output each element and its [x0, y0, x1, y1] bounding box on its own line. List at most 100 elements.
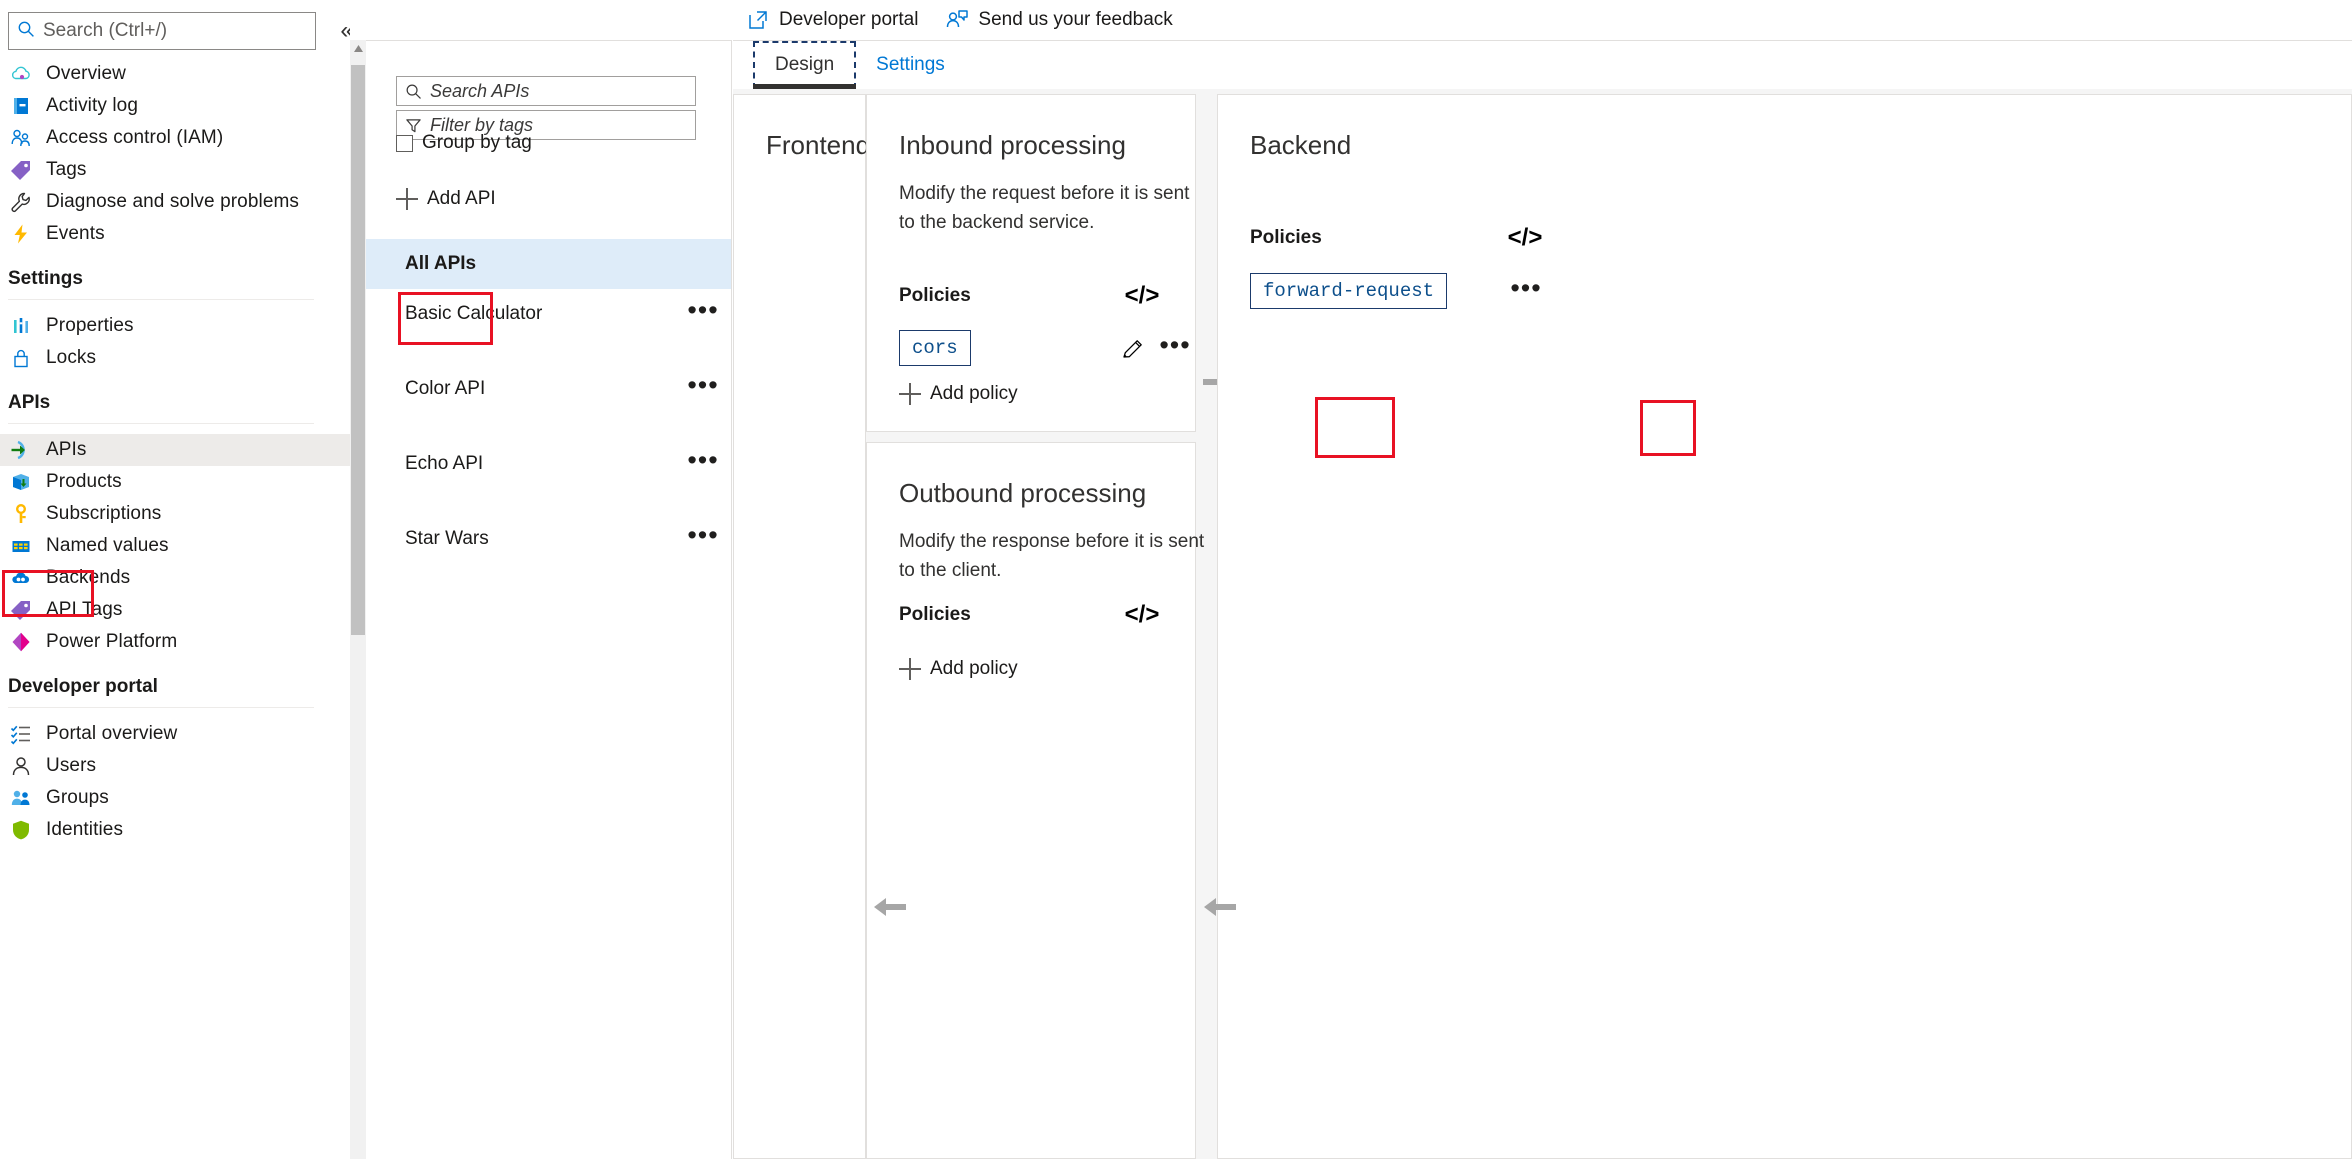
backends-cloud-icon	[8, 567, 34, 589]
scrollbar-thumb[interactable]	[351, 65, 365, 635]
sidebar-item-locks[interactable]: Locks	[0, 342, 350, 374]
api-list-item[interactable]: Echo API •••	[366, 439, 732, 489]
sidebar-item-overview[interactable]: Overview	[0, 58, 350, 90]
backend-policy-menu-button[interactable]: •••	[1508, 275, 1544, 307]
sidebar-item-events[interactable]: Events	[0, 218, 350, 250]
outbound-description: Modify the response before it is sent to…	[899, 531, 1205, 581]
sidebar-item-label: Power Platform	[46, 631, 178, 652]
feedback-person-icon	[946, 9, 969, 31]
outbound-title: Outbound processing	[899, 478, 1147, 508]
sidebar-item-access-control-iam-[interactable]: Access control (IAM)	[0, 122, 350, 154]
sidebar-item-label: Diagnose and solve problems	[46, 191, 300, 212]
azure-api-management-design-page: « Overview Activity log Access control (IA…	[0, 0, 2352, 1159]
sidebar-item-users[interactable]: Users	[0, 750, 350, 782]
group-by-tag-checkbox[interactable]: Group by tag	[396, 132, 532, 154]
api-list-item[interactable]: Basic Calculator •••	[366, 289, 732, 339]
policy-chip-forward-request[interactable]: forward-request	[1250, 273, 1448, 309]
sidebar-item-diagnose-and-solve-problems[interactable]: Diagnose and solve problems	[0, 186, 350, 218]
collapse-sidebar-button[interactable]: «	[330, 14, 350, 48]
sidebar-item-backends[interactable]: Backends	[0, 562, 350, 594]
sidebar-item-label: Tags	[46, 159, 87, 180]
sidebar-item-groups[interactable]: Groups	[0, 782, 350, 814]
developer-portal-label: Developer portal	[779, 9, 919, 30]
developer-portal-button[interactable]: Developer portal	[733, 0, 932, 40]
tab-design[interactable]: Design	[753, 41, 857, 89]
tab-strip: Design Settings	[753, 41, 965, 89]
access-control-icon	[8, 127, 34, 149]
api-list-item[interactable]: Star Wars •••	[366, 514, 732, 564]
scroll-up-arrow-icon[interactable]	[350, 40, 366, 57]
plus-icon	[899, 658, 921, 680]
inbound-code-view-icon[interactable]: </>	[1125, 281, 1160, 311]
backend-code-view-icon[interactable]: </>	[1508, 223, 1543, 253]
sidebar-item-label: Properties	[46, 315, 134, 336]
checkbox-box[interactable]	[396, 134, 413, 152]
policy-chip-cors[interactable]: cors	[899, 330, 971, 366]
sidebar-item-named-values[interactable]: Named values	[0, 530, 350, 562]
power-platform-icon	[8, 631, 34, 653]
tab-settings[interactable]: Settings	[856, 41, 965, 89]
search-apis-input[interactable]	[430, 80, 687, 102]
api-name: Star Wars	[405, 528, 489, 549]
inbound-policies-label: Policies	[899, 285, 971, 306]
backend-title: Backend	[1250, 130, 1352, 160]
sidebar-item-label: Users	[46, 755, 97, 776]
cloud-overview-icon	[8, 63, 34, 85]
sidebar-item-subscriptions[interactable]: Subscriptions	[0, 498, 350, 530]
sidebar-item-label: Products	[46, 471, 122, 492]
api-list-item[interactable]: Color API •••	[366, 364, 732, 414]
sidebar-item-label: Locks	[46, 347, 97, 368]
inbound-add-policy-button[interactable]: Add policy	[899, 383, 1018, 405]
send-feedback-button[interactable]: Send us your feedback	[932, 0, 1186, 40]
flow-arrow-left-frontend	[873, 896, 906, 923]
sidebar-item-products[interactable]: Products	[0, 466, 350, 498]
resource-sidebar: « Overview Activity log Access control (IA…	[0, 0, 350, 1159]
search-apis-field[interactable]	[396, 76, 696, 106]
api-context-menu-button[interactable]: •••	[686, 522, 720, 554]
sidebar-item-activity-log[interactable]: Activity log	[0, 90, 350, 122]
sidebar-search[interactable]	[8, 12, 316, 50]
sidebar-item-identities[interactable]: Identities	[0, 814, 350, 846]
search-icon	[17, 20, 35, 43]
api-context-menu-button[interactable]: •••	[686, 447, 720, 479]
sidebar-item-api-tags[interactable]: API Tags	[0, 594, 350, 626]
outbound-add-policy-label: Add policy	[930, 658, 1018, 679]
flow-arrow-left-backend	[1203, 896, 1236, 923]
api-list-panel: Group by tag Add API All APIs Basic Calc…	[366, 0, 732, 1159]
outbound-add-policy-button[interactable]: Add policy	[899, 658, 1018, 680]
activity-log-icon	[8, 95, 34, 117]
inbound-policy-menu-button[interactable]: •••	[1157, 332, 1193, 364]
sidebar-item-properties[interactable]: Properties	[0, 310, 350, 342]
api-context-menu-button[interactable]: •••	[686, 297, 720, 329]
edit-policy-icon[interactable]	[1116, 333, 1150, 365]
outbound-processing-card: Outbound processing Modify the response …	[866, 442, 1204, 1159]
backend-card: Backend Policies </> forward-request •••	[1217, 94, 2352, 1159]
sidebar-scrollbar[interactable]	[350, 40, 366, 1159]
sidebar-item-label: Access control (IAM)	[46, 127, 224, 148]
panel-right-divider	[731, 40, 732, 1159]
sidebar-item-tags[interactable]: Tags	[0, 154, 350, 186]
api-context-menu-button[interactable]: •••	[686, 372, 720, 404]
inbound-add-policy-label: Add policy	[930, 383, 1018, 404]
lightning-icon	[8, 223, 34, 245]
plus-icon	[396, 188, 418, 210]
sidebar-item-apis[interactable]: APIs	[0, 434, 350, 466]
api-tag-icon	[8, 599, 34, 621]
api-list-item-all-apis[interactable]: All APIs	[366, 239, 732, 289]
inbound-title: Inbound processing	[899, 130, 1126, 160]
add-api-button[interactable]: Add API	[396, 188, 496, 210]
sidebar-item-label: Identities	[46, 819, 124, 840]
search-input[interactable]	[43, 20, 307, 42]
sidebar-group-apis: APIs	[0, 374, 350, 424]
outbound-code-view-icon[interactable]: </>	[1125, 600, 1160, 630]
frontend-card: Frontend	[733, 94, 870, 1159]
sidebar-group-settings: Settings	[0, 250, 350, 300]
lock-icon	[8, 347, 34, 369]
send-feedback-label: Send us your feedback	[978, 9, 1173, 30]
toolbar-divider	[733, 40, 2352, 41]
inbound-description: Modify the request before it is sent to …	[899, 183, 1190, 233]
sidebar-item-power-platform[interactable]: Power Platform	[0, 626, 350, 658]
sidebar-item-portal-overview[interactable]: Portal overview	[0, 718, 350, 750]
